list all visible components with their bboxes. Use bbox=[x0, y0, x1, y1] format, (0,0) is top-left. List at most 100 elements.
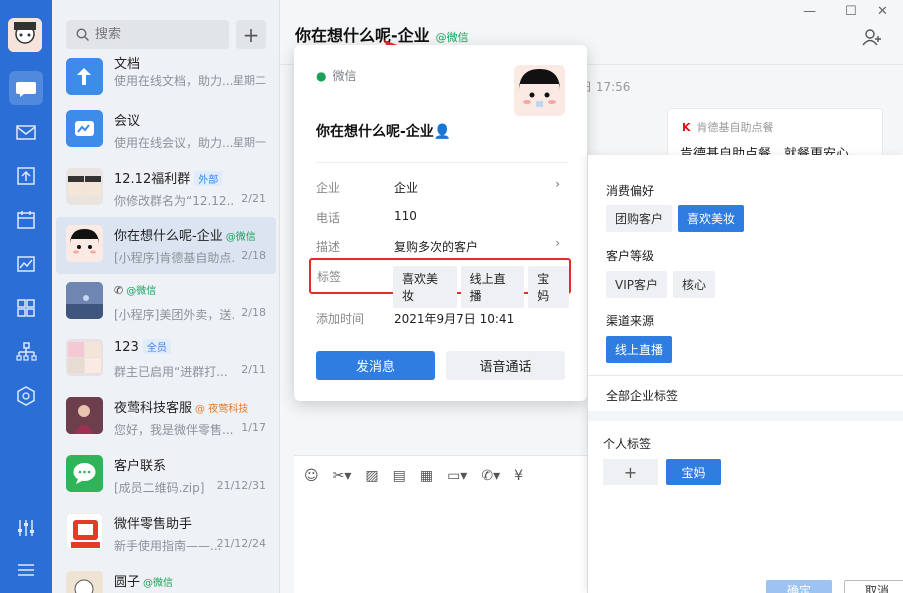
person-icon: 👤 bbox=[433, 124, 452, 140]
tag-chip: 宝妈 bbox=[528, 266, 569, 308]
personal-tags-label: 个人标签 bbox=[603, 437, 652, 451]
tags-highlight-box[interactable]: 标签 喜欢美妆 线上直播 宝妈 bbox=[309, 258, 571, 308]
confirm-button[interactable]: 确定 bbox=[766, 580, 832, 593]
all-tags-label[interactable]: 全部企业标签 bbox=[606, 387, 678, 404]
wechat-icon: ● bbox=[316, 69, 327, 83]
composer-toolbar: ☺ ✂▾ ▨ ▤ ▦ ▭▾ ✆▾ ¥ bbox=[304, 468, 523, 484]
section-divider bbox=[588, 411, 903, 421]
tag-option[interactable]: 核心 bbox=[673, 271, 716, 298]
field-value: 110 bbox=[394, 209, 417, 223]
conversation-item[interactable]: 会议 使用在线会议，助力... 星期一 bbox=[56, 102, 276, 159]
tag-option-selected[interactable]: 线上直播 bbox=[606, 336, 673, 363]
conversation-item[interactable]: ✆ @微信 [小程序]美团外卖，送... 2/18 bbox=[56, 274, 276, 331]
screenshot-icon[interactable]: ✂▾ bbox=[333, 468, 352, 484]
conversation-preview: 使用在线文档，助力... bbox=[114, 74, 234, 88]
conversation-item[interactable]: 文档 使用在线文档，助力... 星期二 bbox=[56, 48, 276, 105]
field-label: 企业 bbox=[316, 181, 341, 195]
maximize-icon[interactable]: ☐ bbox=[845, 4, 857, 19]
plus-icon: + bbox=[623, 462, 638, 482]
image-icon[interactable]: ▨ bbox=[365, 468, 378, 484]
workbench-icon[interactable] bbox=[12, 250, 40, 278]
docs-icon[interactable] bbox=[12, 162, 40, 190]
conversation-name: 夜莺科技客服 @ 夜莺科技 bbox=[114, 401, 249, 416]
contact-card: ● 微信 你在想什么呢-企业👤 企业 企业 › 电话 110 描述 复购多次的客户… bbox=[294, 45, 587, 401]
conversation-name: 你在想什么呢-企业 @微信 bbox=[114, 229, 256, 244]
add-personal-tag-button[interactable]: + bbox=[603, 459, 658, 485]
tag-option[interactable]: 团购客户 bbox=[606, 205, 673, 232]
conversation-time: 2/11 bbox=[241, 363, 266, 376]
conversation-item[interactable]: 123 全员 群主已启用“进群打... 2/11 bbox=[56, 331, 276, 388]
conversation-time: 2/21 bbox=[241, 192, 266, 205]
conversation-time: 星期一 bbox=[233, 136, 266, 149]
conversation-preview: 你修改群名为“12.12... bbox=[114, 194, 234, 208]
meeting-app-icon bbox=[66, 110, 103, 147]
calendar-icon[interactable] bbox=[12, 206, 40, 234]
group-title: 客户等级 bbox=[606, 249, 655, 263]
card-contact-name: 你在想什么呢-企业👤 bbox=[316, 124, 452, 140]
conversation-item[interactable]: 圆子 @微信 bbox=[56, 563, 276, 593]
left-nav-rail bbox=[0, 0, 52, 593]
search-box[interactable] bbox=[66, 20, 229, 49]
wechat-tag: @微信 bbox=[126, 286, 157, 297]
conversation-item-active[interactable]: 你在想什么呢-企业 @微信 [小程序]肯德基自助点... 2/18 bbox=[56, 217, 276, 274]
contact-avatar bbox=[66, 397, 103, 434]
field-label: 添加时间 bbox=[316, 312, 365, 326]
tag-chip: 喜欢美妆 bbox=[393, 266, 457, 308]
group-avatar bbox=[66, 339, 103, 376]
voice-call-button[interactable]: 语音通话 bbox=[446, 351, 565, 380]
wechat-tag: @微信 bbox=[143, 578, 174, 589]
org-chart-icon[interactable] bbox=[12, 338, 40, 366]
customer-contact-app-icon bbox=[66, 455, 103, 492]
cancel-button[interactable]: 取消 bbox=[844, 580, 903, 593]
close-icon[interactable]: ✕ bbox=[877, 4, 888, 19]
calendar-icon[interactable]: ▦ bbox=[420, 468, 433, 484]
minimize-icon[interactable]: — bbox=[803, 4, 816, 19]
field-value: 2021年9月7日 10:41 bbox=[394, 312, 515, 326]
conversation-item[interactable]: 微伴零售助手 新手使用指南——... 21/12/24 bbox=[56, 505, 276, 562]
document-icon[interactable]: ▤ bbox=[393, 468, 406, 484]
cube-icon[interactable] bbox=[12, 382, 40, 410]
wechat-tag: @微信 bbox=[225, 232, 256, 243]
conversation-name: 微伴零售助手 bbox=[114, 517, 193, 532]
conversation-name: ✆ @微信 bbox=[114, 282, 156, 298]
payment-icon[interactable]: ¥ bbox=[514, 468, 523, 484]
conversation-name: 文档 bbox=[114, 57, 141, 72]
contact-avatar bbox=[66, 225, 103, 262]
tags-label: 标签 bbox=[317, 270, 342, 284]
conversation-preview: [小程序]美团外卖，送... bbox=[114, 308, 234, 322]
mail-icon[interactable] bbox=[12, 118, 40, 146]
contact-avatar-large bbox=[514, 65, 565, 116]
folder-icon[interactable]: ▭▾ bbox=[447, 468, 467, 484]
conversation-item[interactable]: 夜莺科技客服 @ 夜莺科技 您好，我是微伴零售... 1/17 bbox=[56, 389, 276, 446]
group-title: 渠道来源 bbox=[606, 314, 655, 328]
field-phone: 电话 110 bbox=[316, 207, 568, 227]
chat-icon[interactable] bbox=[9, 71, 43, 105]
chevron-right-icon: › bbox=[555, 236, 560, 250]
card-source: ● 微信 bbox=[316, 69, 357, 83]
add-contact-icon[interactable] bbox=[862, 28, 882, 50]
user-avatar[interactable] bbox=[8, 18, 42, 52]
conversation-preview: 使用在线会议，助力... bbox=[114, 136, 234, 150]
contact-avatar bbox=[66, 282, 103, 319]
org-tag: @ 夜莺科技 bbox=[195, 404, 249, 415]
send-message-button[interactable]: 发消息 bbox=[316, 351, 435, 380]
field-description[interactable]: 描述 复购多次的客户 › bbox=[316, 236, 568, 256]
menu-icon[interactable] bbox=[12, 556, 40, 584]
field-company[interactable]: 企业 企业 › bbox=[316, 177, 568, 197]
conversation-time: 2/18 bbox=[241, 306, 266, 319]
conversation-name: 123 全员 bbox=[114, 339, 171, 355]
conversation-item[interactable]: 客户联系 [成员二维码.zip] 21/12/31 bbox=[56, 447, 276, 504]
emoji-icon[interactable]: ☺ bbox=[304, 468, 319, 484]
phone-icon[interactable]: ✆▾ bbox=[481, 468, 500, 484]
message-composer[interactable]: ☺ ✂▾ ▨ ▤ ▦ ▭▾ ✆▾ ¥ bbox=[294, 455, 596, 593]
conversation-item[interactable]: 12.12福利群 外部 你修改群名为“12.12... 2/21 bbox=[56, 160, 276, 217]
tag-option[interactable]: VIP客户 bbox=[606, 271, 667, 298]
add-button[interactable]: + bbox=[236, 20, 266, 49]
conversation-time: 2/18 bbox=[241, 249, 266, 262]
search-input[interactable] bbox=[95, 27, 215, 42]
tag-option-selected[interactable]: 喜欢美妆 bbox=[678, 205, 745, 232]
personal-tag-selected[interactable]: 宝妈 bbox=[666, 459, 721, 485]
message-source: K 肯德基自助点餐 bbox=[682, 121, 774, 134]
apps-grid-icon[interactable] bbox=[12, 294, 40, 322]
settings-sliders-icon[interactable] bbox=[12, 514, 40, 542]
